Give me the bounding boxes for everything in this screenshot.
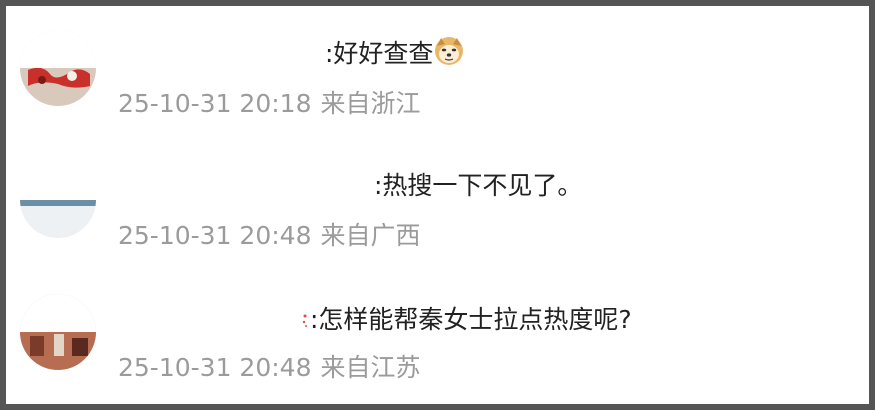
timestamp: 25-10-31 20:18 [118,89,312,118]
location: 来自浙江 [320,89,421,118]
avatar[interactable] [20,294,96,370]
doge-icon [435,37,464,65]
comment-item: :怎样能帮秦女士拉点热度呢? 25-10-31 20:48 来自江苏 [6,270,875,390]
comment-meta: 25-10-31 20:18 来自浙江 [118,88,430,120]
comment-item: :好好查查 25-10-31 20:18 来自浙江 [6,6,875,126]
avatar[interactable] [20,30,96,106]
avatar[interactable] [20,162,96,238]
comment-meta: 25-10-31 20:48 来自广西 [118,220,430,252]
comment-meta: 25-10-31 20:48 来自江苏 [118,352,430,384]
timestamp: 25-10-31 20:48 [118,221,312,250]
location: 来自江苏 [320,353,421,382]
comment-text: :好好查查 [325,36,464,70]
comment-text: :怎样能帮秦女士拉点热度呢? [302,304,632,336]
sparkle-icon [302,314,307,327]
location: 来自广西 [320,221,421,250]
comment-list-frame: :好好查查 25-10-31 20:18 来自浙江 :热搜一下不见了。 25-1… [0,0,875,410]
comment-item: :热搜一下不见了。 25-10-31 20:48 来自广西 [6,138,875,258]
timestamp: 25-10-31 20:48 [118,353,312,382]
comment-text: :热搜一下不见了。 [374,171,583,200]
